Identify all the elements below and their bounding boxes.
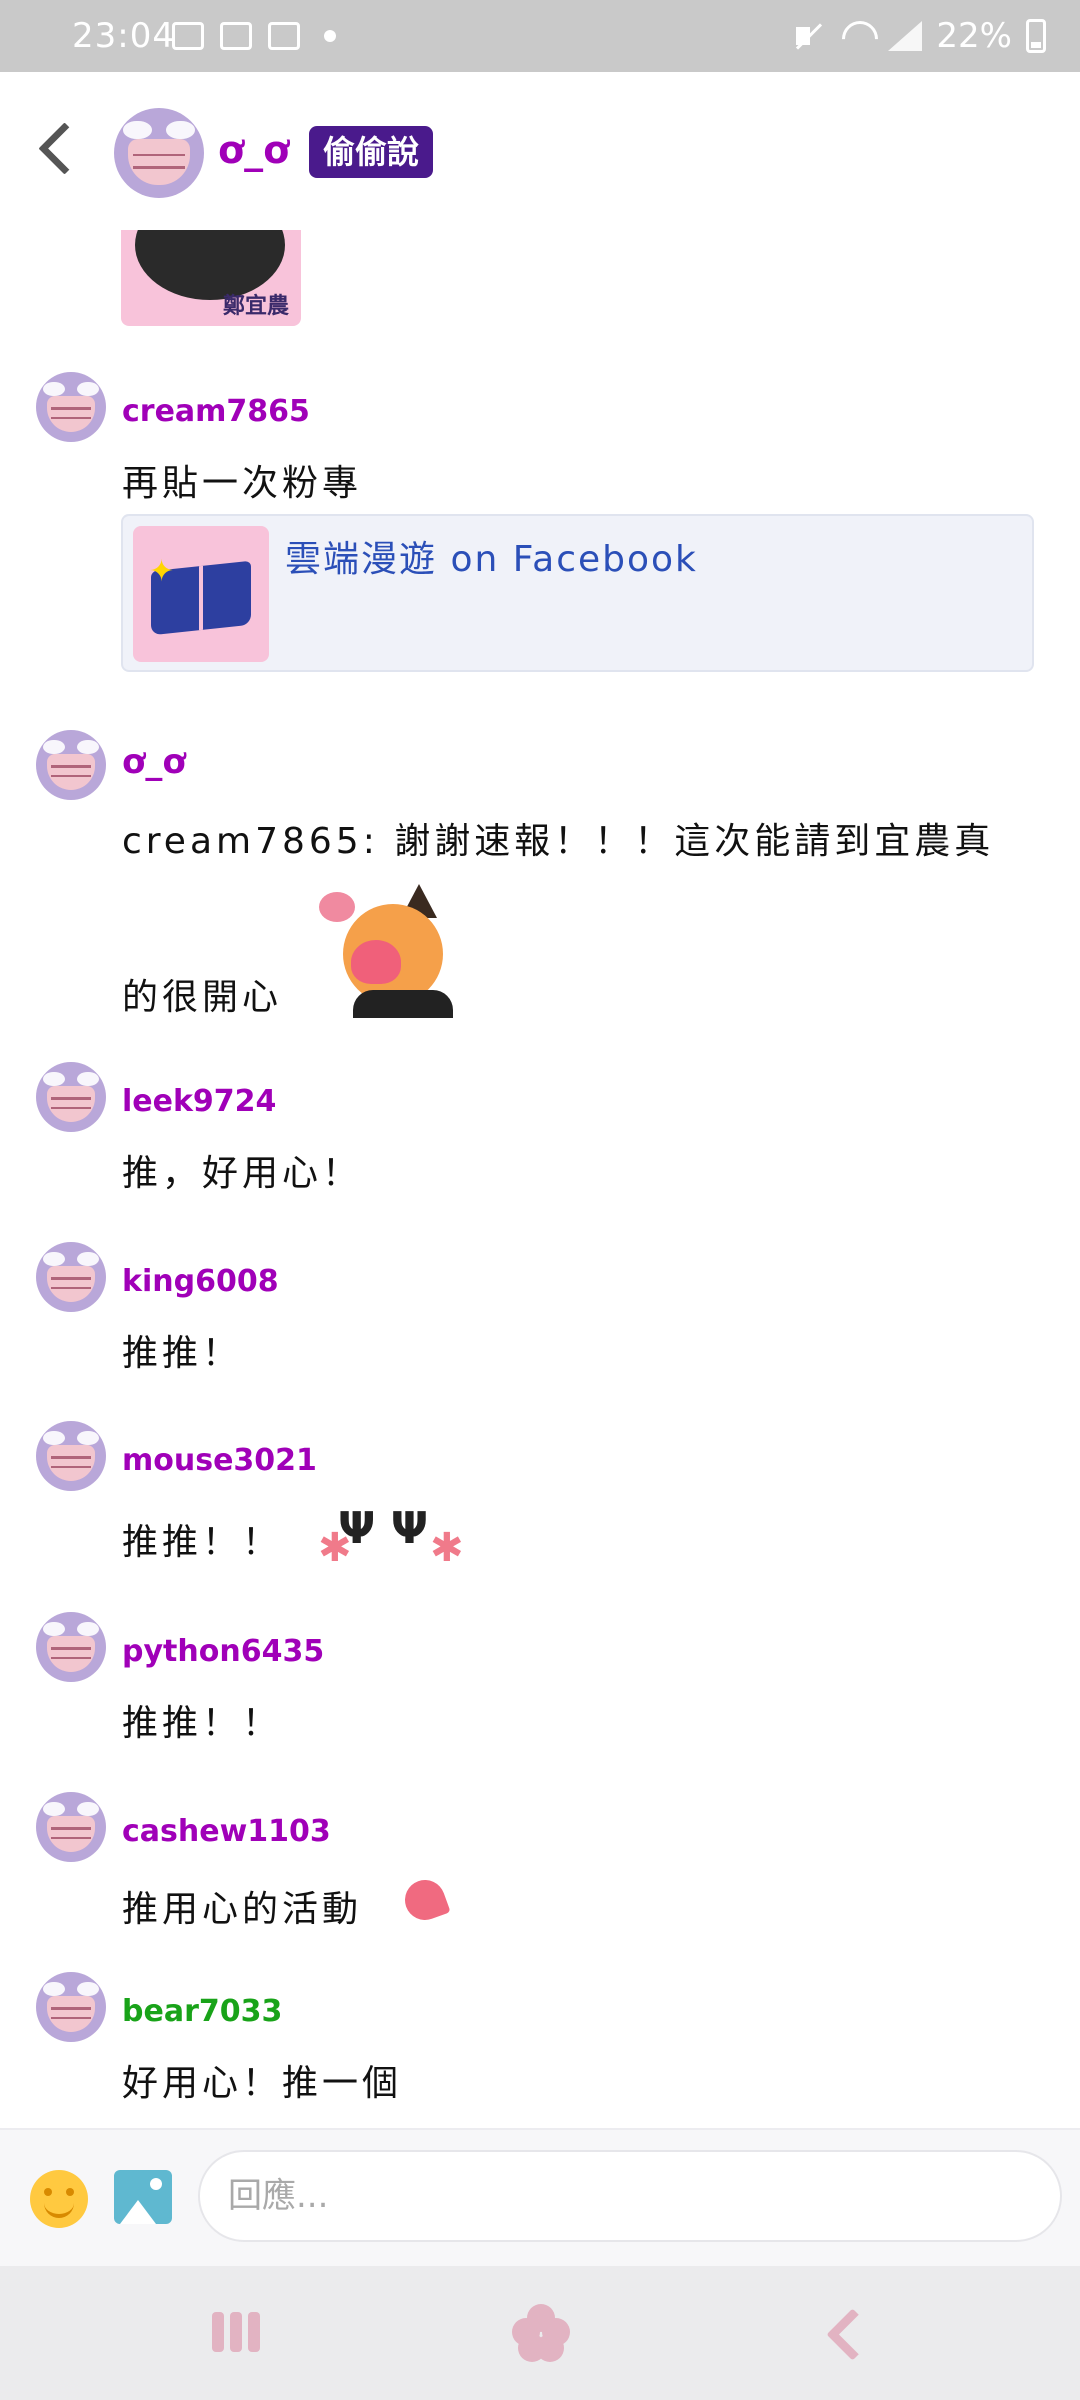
avatar[interactable] bbox=[36, 372, 106, 442]
avatar[interactable] bbox=[36, 1792, 106, 1862]
signal-icon bbox=[888, 21, 923, 51]
message-text: 推用心的活動 bbox=[122, 1889, 363, 1930]
message-username[interactable]: python6435 bbox=[122, 1634, 324, 1669]
avatar[interactable] bbox=[36, 1972, 106, 2042]
back-button[interactable] bbox=[34, 124, 78, 180]
header-badge: 偷偷說 bbox=[309, 126, 434, 178]
notification-dot-icon bbox=[324, 30, 336, 42]
mute-icon bbox=[792, 21, 826, 51]
gmail-icon bbox=[172, 22, 204, 50]
emoji-button[interactable] bbox=[30, 2170, 88, 2228]
mask-face-decoration bbox=[128, 138, 190, 186]
status-system-icons: 22% bbox=[792, 16, 1046, 56]
message-text: 好用心！推一個 bbox=[122, 2063, 403, 2104]
back-nav-button[interactable] bbox=[820, 2308, 866, 2360]
wifi-icon bbox=[840, 21, 874, 51]
sparkle-icon: ✱ bbox=[430, 1525, 464, 1571]
message-username[interactable]: cream7865 bbox=[122, 394, 310, 429]
battery-percent: 22% bbox=[936, 16, 1012, 56]
message-username[interactable]: leek9724 bbox=[122, 1084, 276, 1119]
message-username[interactable]: ơ_ơ bbox=[122, 742, 186, 782]
avatar[interactable] bbox=[36, 1062, 106, 1132]
image-caption: 鄭宜農 bbox=[222, 294, 289, 319]
hands-icon: Ψ Ψ bbox=[338, 1503, 429, 1554]
chat-header: ơ_ơ 偷偷說 bbox=[0, 72, 1080, 230]
avatar[interactable] bbox=[114, 108, 204, 198]
avatar[interactable] bbox=[36, 1242, 106, 1312]
image-upload-button[interactable] bbox=[114, 2170, 172, 2224]
home-button[interactable] bbox=[512, 2304, 570, 2362]
media-icon bbox=[268, 22, 300, 50]
recent-apps-button[interactable] bbox=[212, 2312, 264, 2352]
message-text: 推推！ bbox=[122, 1333, 243, 1374]
fox-sticker[interactable] bbox=[313, 880, 453, 1018]
message-text-continued: 的很開心 bbox=[122, 977, 283, 1018]
status-notification-icons bbox=[172, 22, 336, 50]
gallery-icon bbox=[220, 22, 252, 50]
link-thumbnail: ✦ bbox=[133, 526, 269, 662]
battery-icon bbox=[1026, 19, 1046, 53]
heart-sticker[interactable] bbox=[399, 1874, 451, 1926]
shared-image[interactable]: 鄭宜農 bbox=[121, 230, 301, 326]
link-preview-card[interactable]: ✦ 雲端漫遊 on Facebook bbox=[121, 514, 1034, 672]
reply-input[interactable] bbox=[198, 2150, 1062, 2242]
status-time: 23:04 bbox=[72, 16, 175, 56]
message-username[interactable]: cashew1103 bbox=[122, 1814, 331, 1849]
message-text: cream7865: 謝謝速報！！！這次能請到宜農真 bbox=[122, 821, 995, 862]
message-text: 推推！！ bbox=[122, 1522, 283, 1563]
header-username[interactable]: ơ_ơ bbox=[218, 128, 289, 172]
message-text: 推推！！ bbox=[122, 1703, 283, 1744]
system-nav-bar bbox=[0, 2266, 1080, 2400]
avatar[interactable] bbox=[36, 1421, 106, 1491]
message-username[interactable]: bear7033 bbox=[122, 1994, 282, 2029]
avatar[interactable] bbox=[36, 1612, 106, 1682]
link-title[interactable]: 雲端漫遊 on Facebook bbox=[285, 530, 698, 582]
cheer-sticker[interactable]: ✱ Ψ Ψ ✱ bbox=[318, 1503, 464, 1573]
message-text: 推，好用心！ bbox=[122, 1153, 363, 1194]
message-username[interactable]: king6008 bbox=[122, 1264, 279, 1299]
message-text: 再貼一次粉專 bbox=[122, 463, 363, 504]
reply-bar bbox=[0, 2128, 1080, 2266]
avatar[interactable] bbox=[36, 730, 106, 800]
message-username[interactable]: mouse3021 bbox=[122, 1443, 317, 1478]
status-bar: 23:04 22% bbox=[0, 0, 1080, 72]
sparkle-icon: ✦ bbox=[149, 554, 175, 589]
